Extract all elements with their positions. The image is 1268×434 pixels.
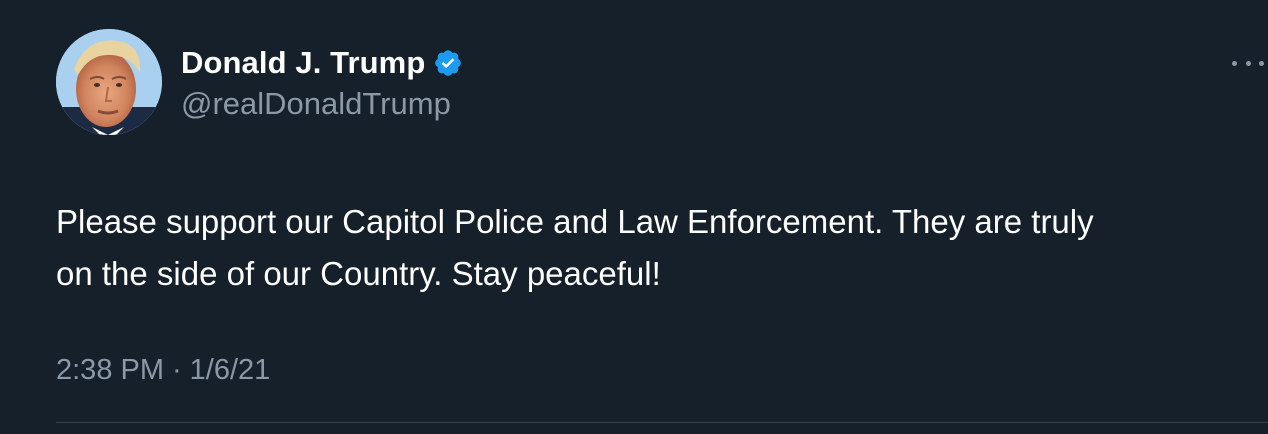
- tweet-timestamp: 2:38 PM · 1/6/21: [56, 354, 270, 387]
- more-horizontal-icon-dot: [1245, 60, 1251, 66]
- avatar[interactable]: [56, 29, 162, 135]
- meta-separator: ·: [172, 354, 182, 386]
- avatar-image: [56, 29, 162, 135]
- divider: [56, 422, 1268, 423]
- tweet-date[interactable]: 1/6/21: [190, 354, 271, 387]
- author-handle[interactable]: @realDonaldTrump: [181, 86, 451, 122]
- more-horizontal-icon: [1232, 60, 1237, 66]
- more-options-button[interactable]: [1232, 52, 1264, 74]
- tweet-text: Please support our Capitol Police and La…: [56, 203, 1094, 292]
- verified-badge-icon: [433, 48, 463, 78]
- more-horizontal-icon-dot: [1259, 60, 1264, 66]
- tweet-time[interactable]: 2:38 PM: [56, 354, 164, 387]
- author-display-name[interactable]: Donald J. Trump: [181, 45, 425, 81]
- author-name-row: Donald J. Trump: [181, 44, 463, 82]
- tweet-card: Donald J. Trump @realDonaldTrump Please …: [0, 0, 1268, 434]
